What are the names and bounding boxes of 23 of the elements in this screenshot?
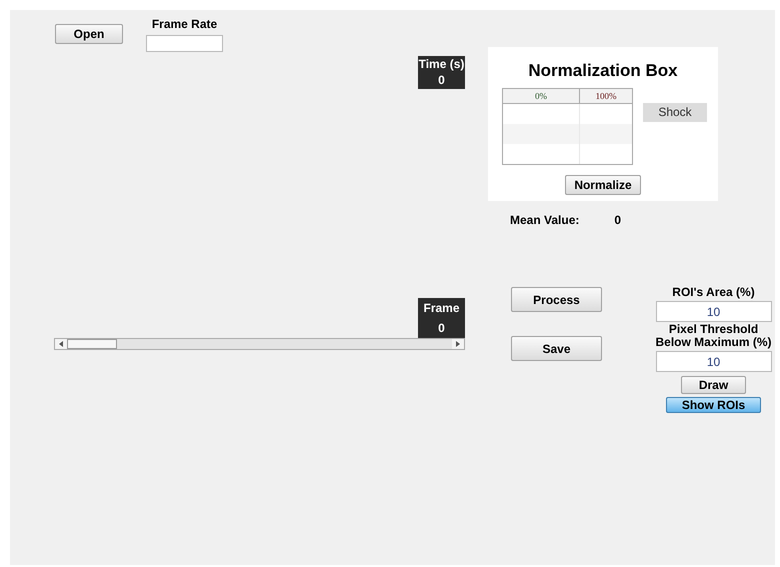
pixel-threshold-field[interactable]: 10 (656, 351, 772, 372)
frame-rate-field[interactable] (146, 35, 223, 52)
column-header: 100% (594, 90, 618, 103)
open-button[interactable]: Open (55, 24, 123, 44)
show-rois-button[interactable]: Show ROIs (666, 397, 761, 413)
roi-area-label: ROI's Area (%) (672, 285, 755, 299)
shock-label: Shock (643, 103, 707, 122)
pixel-threshold-label: Pixel Threshold Below Maximum (%) (655, 323, 772, 349)
frame-rate-label: Frame Rate (152, 17, 218, 31)
normalization-table[interactable]: 0% 100% (502, 88, 633, 165)
frame-slider[interactable] (54, 338, 465, 350)
mean-value: 0 (614, 213, 622, 227)
slider-thumb[interactable] (67, 339, 118, 349)
normalization-title: Normalization Box (528, 61, 678, 81)
column-header: 0% (503, 89, 580, 103)
normalize-button[interactable]: Normalize (565, 175, 641, 195)
draw-button[interactable]: Draw (681, 376, 746, 394)
action-button[interactable]: Process (511, 287, 602, 312)
action-button[interactable]: Save (511, 336, 602, 361)
time-display: Time (s) 0 (418, 56, 465, 89)
roi-area-field[interactable]: 10 (656, 301, 772, 322)
mean-value-label: Mean Value: (510, 213, 580, 227)
frame-display: Frame 0 (418, 298, 465, 338)
